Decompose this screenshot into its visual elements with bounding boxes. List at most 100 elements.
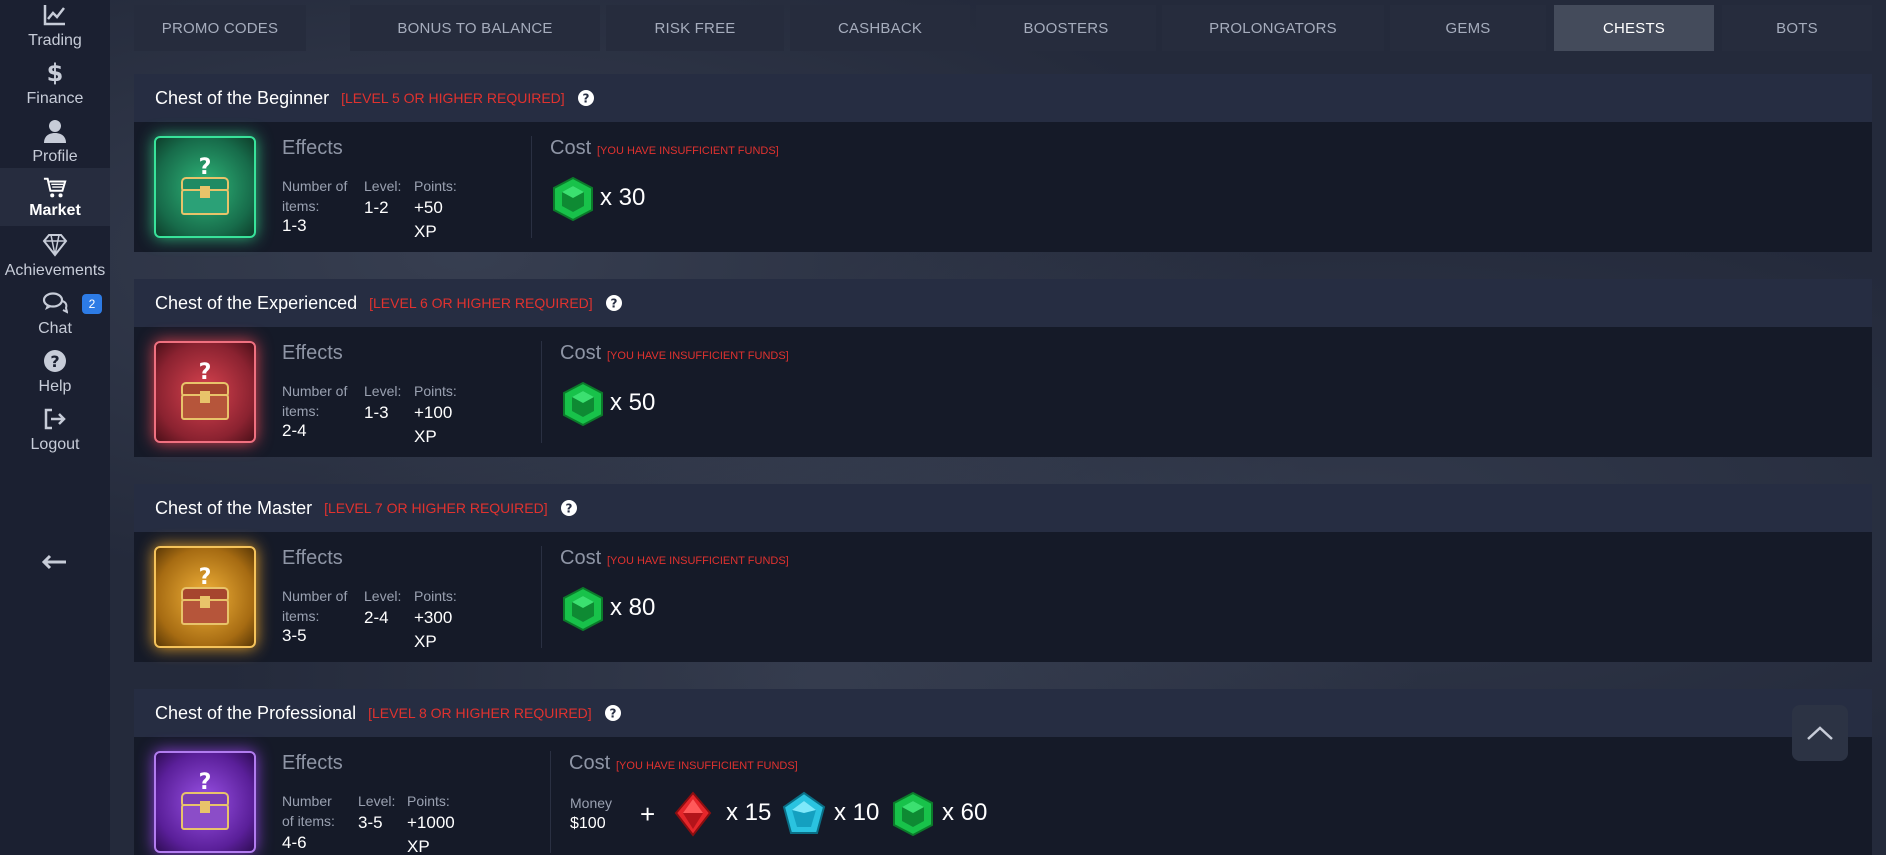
logout-icon bbox=[44, 408, 66, 430]
level-requirement: [Level 6 or higher required] bbox=[369, 295, 593, 311]
tab-bonus-to-balance[interactable]: Bonus to balance bbox=[350, 5, 600, 51]
chest-icon: ? bbox=[181, 360, 229, 420]
diamond-icon bbox=[42, 234, 68, 257]
gem-quantity: x 60 bbox=[942, 799, 988, 826]
collapse-sidebar-icon[interactable] bbox=[40, 552, 68, 572]
chest-image: ? bbox=[154, 136, 256, 238]
dollar-icon: $ bbox=[47, 60, 64, 86]
help-icon[interactable]: ? bbox=[604, 704, 622, 722]
svg-text:?: ? bbox=[199, 770, 212, 795]
chest-card-header: Chest of the Professional [Level 8 or hi… bbox=[134, 689, 1872, 737]
level-label: Level: bbox=[358, 793, 396, 809]
tab-bots[interactable]: Bots bbox=[1722, 5, 1872, 51]
cost-title: Cost bbox=[550, 137, 592, 159]
chest-card-header: Chest of the Beginner [Level 5 or higher… bbox=[134, 74, 1872, 122]
sidebar-item-label: Chat bbox=[38, 320, 72, 337]
svg-text:?: ? bbox=[199, 360, 212, 385]
sidebar-item-label: Finance bbox=[26, 90, 84, 107]
cart-icon bbox=[43, 177, 67, 198]
money-value: $100 bbox=[570, 815, 606, 832]
sidebar-item-label: Logout bbox=[30, 436, 80, 453]
sidebar-item-label: Trading bbox=[28, 32, 82, 49]
blue-gem-icon bbox=[782, 791, 826, 834]
scroll-to-top-button[interactable] bbox=[1792, 705, 1848, 761]
chest-image: ? bbox=[154, 546, 256, 648]
tab-chests[interactable]: Chests bbox=[1554, 5, 1714, 51]
chest-card-header: Chest of the Experienced [Level 6 or hig… bbox=[134, 279, 1872, 327]
chest-card-header: Chest of the Master [Level 7 or higher r… bbox=[134, 484, 1872, 532]
number-of-items-label: Number of items: bbox=[282, 383, 348, 419]
chest-card-professional: Chest of the Professional [Level 8 or hi… bbox=[134, 689, 1872, 855]
sidebar-item-label: Help bbox=[38, 378, 72, 395]
chest-card-body: ? Effects Number of items: 4-6 Level: 3-… bbox=[134, 737, 1872, 855]
cost-title: Cost bbox=[569, 752, 611, 774]
green-gem-icon bbox=[553, 176, 593, 222]
gem-quantity: x 10 bbox=[834, 799, 880, 826]
points-label: Points: bbox=[414, 383, 457, 399]
gem-quantity: x 15 bbox=[726, 799, 772, 826]
chest-card-body: ? Effects Number of items: 3-5 Level: 2-… bbox=[134, 532, 1872, 662]
divider bbox=[531, 136, 532, 238]
svg-text:$: $ bbox=[47, 60, 64, 86]
tab-risk-free[interactable]: Risk free bbox=[606, 5, 784, 51]
user-icon bbox=[44, 120, 66, 143]
sidebar-item-label: Profile bbox=[32, 148, 78, 165]
sidebar-item-label: Market bbox=[29, 202, 81, 219]
tab-boosters[interactable]: Boosters bbox=[976, 5, 1156, 51]
tab-prolongators[interactable]: Prolongators bbox=[1162, 5, 1384, 51]
sidebar-item-finance[interactable]: $ Finance bbox=[0, 60, 110, 124]
gem-quantity: x 80 bbox=[610, 594, 656, 621]
insufficient-funds-warning: [You have insufficient funds] bbox=[607, 555, 789, 567]
tab-promo-codes[interactable]: Promo codes bbox=[134, 5, 306, 51]
level-requirement: [Level 5 or higher required] bbox=[341, 90, 565, 106]
insufficient-funds-warning: [You have insufficient funds] bbox=[607, 350, 789, 362]
points-value: +1000 XP bbox=[407, 813, 455, 855]
number-of-items-label: Number of items: bbox=[282, 178, 348, 214]
chest-image: ? bbox=[154, 341, 256, 443]
sidebar-item-help[interactable]: ? Help bbox=[0, 348, 110, 412]
number-of-items-value: 1-3 bbox=[282, 216, 307, 235]
green-gem-icon bbox=[893, 791, 933, 837]
svg-text:?: ? bbox=[582, 92, 589, 106]
tab-gems[interactable]: Gems bbox=[1390, 5, 1546, 51]
sidebar-item-trading[interactable]: Trading bbox=[0, 2, 110, 66]
divider bbox=[541, 546, 542, 648]
level-requirement: [Level 7 or higher required] bbox=[324, 500, 548, 516]
number-of-items-value: 2-4 bbox=[282, 421, 307, 440]
money-label: Money bbox=[570, 795, 613, 811]
green-gem-icon bbox=[563, 381, 603, 427]
gem-quantity: x 30 bbox=[600, 184, 646, 211]
chest-card-experienced: Chest of the Experienced [Level 6 or hig… bbox=[134, 279, 1872, 457]
sidebar-item-market[interactable]: Market bbox=[0, 168, 110, 226]
chest-card-body: ? Effects Number of items: 1-3 Level: 1-… bbox=[134, 122, 1872, 252]
insufficient-funds-warning: [You have insufficient funds] bbox=[597, 145, 779, 157]
points-value: +100 XP bbox=[414, 403, 453, 446]
help-icon[interactable]: ? bbox=[605, 294, 623, 312]
number-of-items-label: Number of items: bbox=[282, 793, 335, 829]
chest-card-body: ? Effects Number of items: 2-4 Level: 1-… bbox=[134, 327, 1872, 457]
effects-title: Effects bbox=[282, 342, 343, 364]
green-gem-icon bbox=[563, 586, 603, 632]
effects-title: Effects bbox=[282, 752, 343, 774]
sidebar-item-logout[interactable]: Logout bbox=[0, 406, 110, 470]
level-requirement: [Level 8 or higher required] bbox=[368, 705, 592, 721]
sidebar-item-chat[interactable]: Chat 2 bbox=[0, 290, 110, 354]
level-label: Level: bbox=[364, 178, 402, 194]
points-label: Points: bbox=[414, 178, 457, 194]
plus-sign: + bbox=[640, 799, 656, 829]
effects-title: Effects bbox=[282, 137, 343, 159]
level-label: Level: bbox=[364, 383, 402, 399]
red-gem-icon bbox=[674, 791, 712, 837]
tab-cashback[interactable]: Cashback bbox=[790, 5, 970, 51]
help-icon[interactable]: ? bbox=[560, 499, 578, 517]
divider bbox=[550, 751, 551, 853]
chest-title: Chest of the Beginner bbox=[155, 87, 330, 108]
points-label: Points: bbox=[407, 793, 450, 809]
chest-title: Chest of the Master bbox=[155, 497, 313, 518]
sidebar-item-achievements[interactable]: Achievements bbox=[0, 232, 110, 296]
svg-text:?: ? bbox=[50, 352, 59, 371]
chest-image: ? bbox=[154, 751, 256, 853]
level-value: 1-3 bbox=[364, 403, 389, 422]
help-icon[interactable]: ? bbox=[577, 89, 595, 107]
chat-icon bbox=[42, 292, 68, 314]
